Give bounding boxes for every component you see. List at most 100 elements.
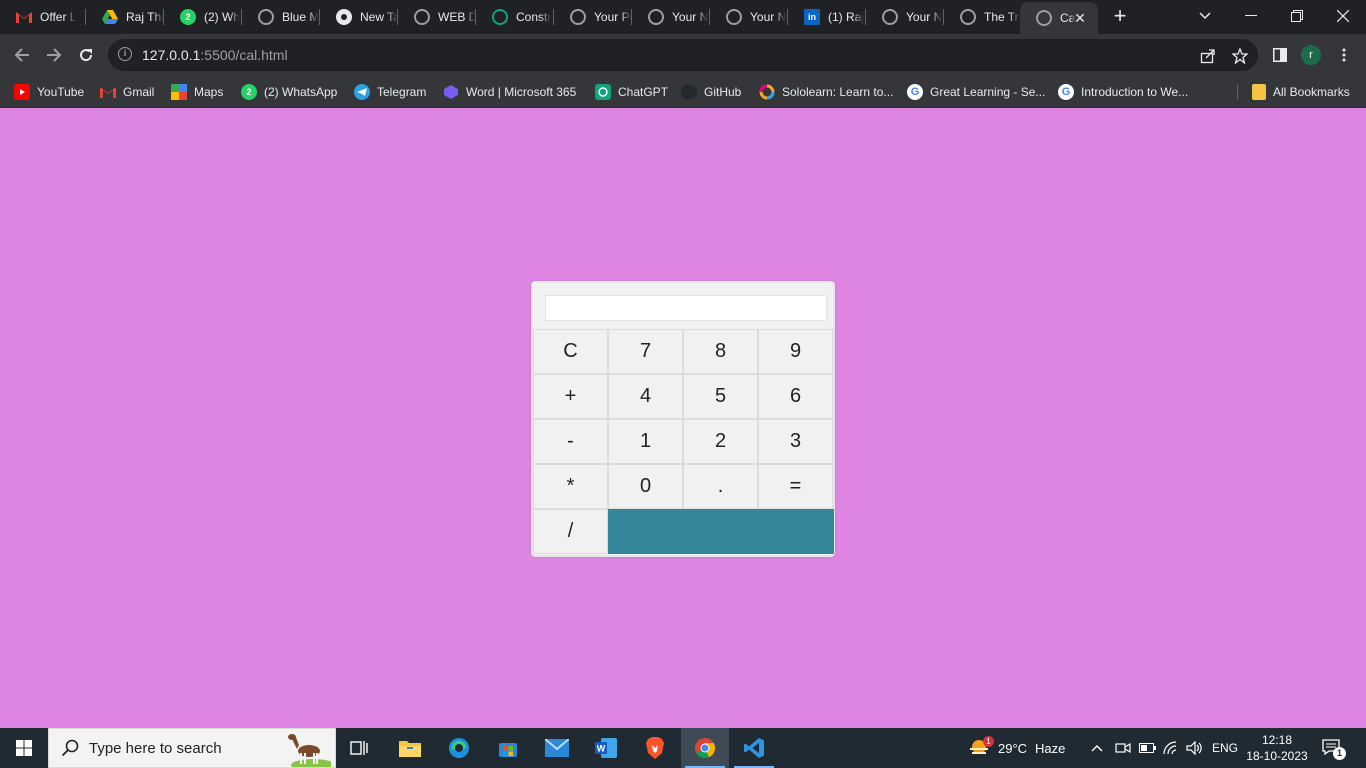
tab-gmail-offer[interactable]: Offer L (0, 0, 86, 34)
all-bookmarks-button[interactable]: All Bookmarks (1252, 82, 1350, 102)
bookmark-maps[interactable]: Maps (171, 82, 223, 102)
wifi-icon (1163, 741, 1177, 755)
bookmarks-bar: YouTube Gmail Maps 2 (2) WhatsApp Telegr… (0, 76, 1366, 108)
github-icon (681, 84, 697, 100)
calc-button-plus[interactable]: + (533, 374, 608, 419)
profile-avatar[interactable]: r (1301, 45, 1321, 65)
back-button[interactable] (9, 42, 35, 68)
gmail-icon (100, 84, 116, 100)
calc-button-digit-3[interactable]: 3 (758, 419, 833, 464)
google-icon: G (907, 84, 923, 100)
tab-whatsapp[interactable]: 2 (2) Wh (164, 0, 242, 34)
tab-your-n-3[interactable]: Your N (866, 0, 944, 34)
new-tab-button[interactable]: + (1108, 5, 1132, 29)
bookmark-label: Word | Microsoft 365 (466, 85, 577, 99)
bookmark-gmail[interactable]: Gmail (100, 82, 154, 102)
bookmark-sololearn[interactable]: Sololearn: Learn to... (759, 82, 893, 102)
bookmark-chatgpt[interactable]: ChatGPT (595, 82, 668, 102)
address-bar[interactable]: i 127.0.0.1:5500/cal.html (108, 39, 1258, 71)
menu-kebab-icon[interactable] (1334, 45, 1354, 65)
calc-button-digit-0[interactable]: 0 (608, 464, 683, 509)
calc-button-digit-4[interactable]: 4 (608, 374, 683, 419)
input-language-button[interactable]: ENG (1212, 728, 1238, 768)
side-panel-icon[interactable] (1270, 45, 1290, 65)
edge-icon (449, 738, 469, 758)
calc-button-digit-8[interactable]: 8 (683, 329, 758, 374)
tab-your-po[interactable]: Your Po (554, 0, 632, 34)
calc-button-digit-7[interactable]: 7 (608, 329, 683, 374)
tab-label: Raj Tha (126, 10, 164, 24)
calc-button-digit-1[interactable]: 1 (608, 419, 683, 464)
close-window-button[interactable] (1320, 0, 1366, 32)
tab-linkedin[interactable]: in (1) Raj (788, 0, 866, 34)
notifications-button[interactable]: 1 (1322, 728, 1346, 768)
task-view-button[interactable] (336, 728, 384, 768)
calc-button-minus[interactable]: - (533, 419, 608, 464)
close-tab-icon[interactable]: ✕ (1072, 10, 1088, 27)
calc-button-digit-6[interactable]: 6 (758, 374, 833, 419)
globe-icon (414, 9, 430, 25)
tab-web-dev[interactable]: WEB D (398, 0, 476, 34)
tab-search-button[interactable] (1182, 0, 1228, 32)
chrome-button[interactable] (681, 728, 729, 768)
forward-button[interactable] (41, 42, 67, 68)
restore-button[interactable] (1274, 0, 1320, 32)
calc-button-clear[interactable]: C (533, 329, 608, 374)
calc-button-decimal[interactable]: . (683, 464, 758, 509)
battery-button[interactable] (1139, 728, 1157, 768)
taskbar-search[interactable]: Type here to search (48, 728, 336, 768)
clock-button[interactable]: 12:18 18-10-2023 (1246, 732, 1308, 764)
edge-button[interactable] (435, 728, 483, 768)
show-hidden-icons-button[interactable] (1091, 728, 1103, 768)
bookmark-telegram[interactable]: Telegram (354, 82, 426, 102)
share-icon[interactable] (1198, 46, 1218, 66)
meet-now-button[interactable] (1115, 728, 1131, 768)
globe-icon (726, 9, 742, 25)
calc-button-divide[interactable]: / (533, 509, 608, 554)
minimize-button[interactable] (1228, 0, 1274, 32)
mail-button[interactable] (533, 728, 581, 768)
calc-button-equals[interactable]: = (758, 464, 833, 509)
tab-your-n-1[interactable]: Your N (632, 0, 710, 34)
vscode-button[interactable] (730, 728, 778, 768)
tab-calculator-active[interactable]: Ca ✕ (1020, 2, 1098, 34)
reload-button[interactable] (73, 42, 99, 68)
bookmark-whatsapp[interactable]: 2 (2) WhatsApp (241, 82, 337, 102)
start-button[interactable] (0, 728, 48, 768)
youtube-icon (14, 84, 30, 100)
bookmark-star-icon[interactable] (1230, 46, 1250, 66)
notification-count-badge: 1 (1333, 747, 1346, 760)
file-explorer-button[interactable] (386, 728, 434, 768)
store-button[interactable] (484, 728, 532, 768)
bookmark-intro-web[interactable]: G Introduction to We... (1058, 82, 1188, 102)
tab-drive[interactable]: Raj Tha (86, 0, 164, 34)
tab-new-tab[interactable]: New Ta (320, 0, 398, 34)
bookmark-great-learning[interactable]: G Great Learning - Se... (907, 82, 1045, 102)
calculator-display[interactable] (545, 295, 827, 321)
weather-widget[interactable]: 1 29°C Haze (968, 728, 1065, 768)
bookmark-youtube[interactable]: YouTube (14, 82, 84, 102)
url-path: :5500/cal.html (200, 47, 288, 63)
network-button[interactable] (1163, 728, 1179, 768)
bookmark-label: GitHub (704, 85, 742, 99)
tab-label: (2) Wh (204, 10, 240, 24)
site-info-icon[interactable]: i (118, 47, 132, 61)
brave-button[interactable] (631, 728, 679, 768)
calc-button-digit-9[interactable]: 9 (758, 329, 833, 374)
bookmark-label: ChatGPT (618, 85, 669, 99)
tab-your-n-2[interactable]: Your N (710, 0, 788, 34)
calc-button-multiply[interactable]: * (533, 464, 608, 509)
calc-button-digit-5[interactable]: 5 (683, 374, 758, 419)
tab-the-tri[interactable]: The Tri (944, 0, 1020, 34)
windows-icon (16, 740, 32, 756)
tab-blue[interactable]: Blue M (242, 0, 320, 34)
bookmark-github[interactable]: GitHub (681, 82, 741, 102)
volume-button[interactable] (1186, 728, 1204, 768)
bookmark-word[interactable]: Word | Microsoft 365 (443, 82, 576, 102)
language-label: ENG (1212, 741, 1239, 755)
store-icon (499, 743, 517, 757)
tab-chatgpt[interactable]: Constr (476, 0, 554, 34)
word-button[interactable]: W (582, 728, 630, 768)
reload-icon (80, 49, 93, 62)
calc-button-digit-2[interactable]: 2 (683, 419, 758, 464)
